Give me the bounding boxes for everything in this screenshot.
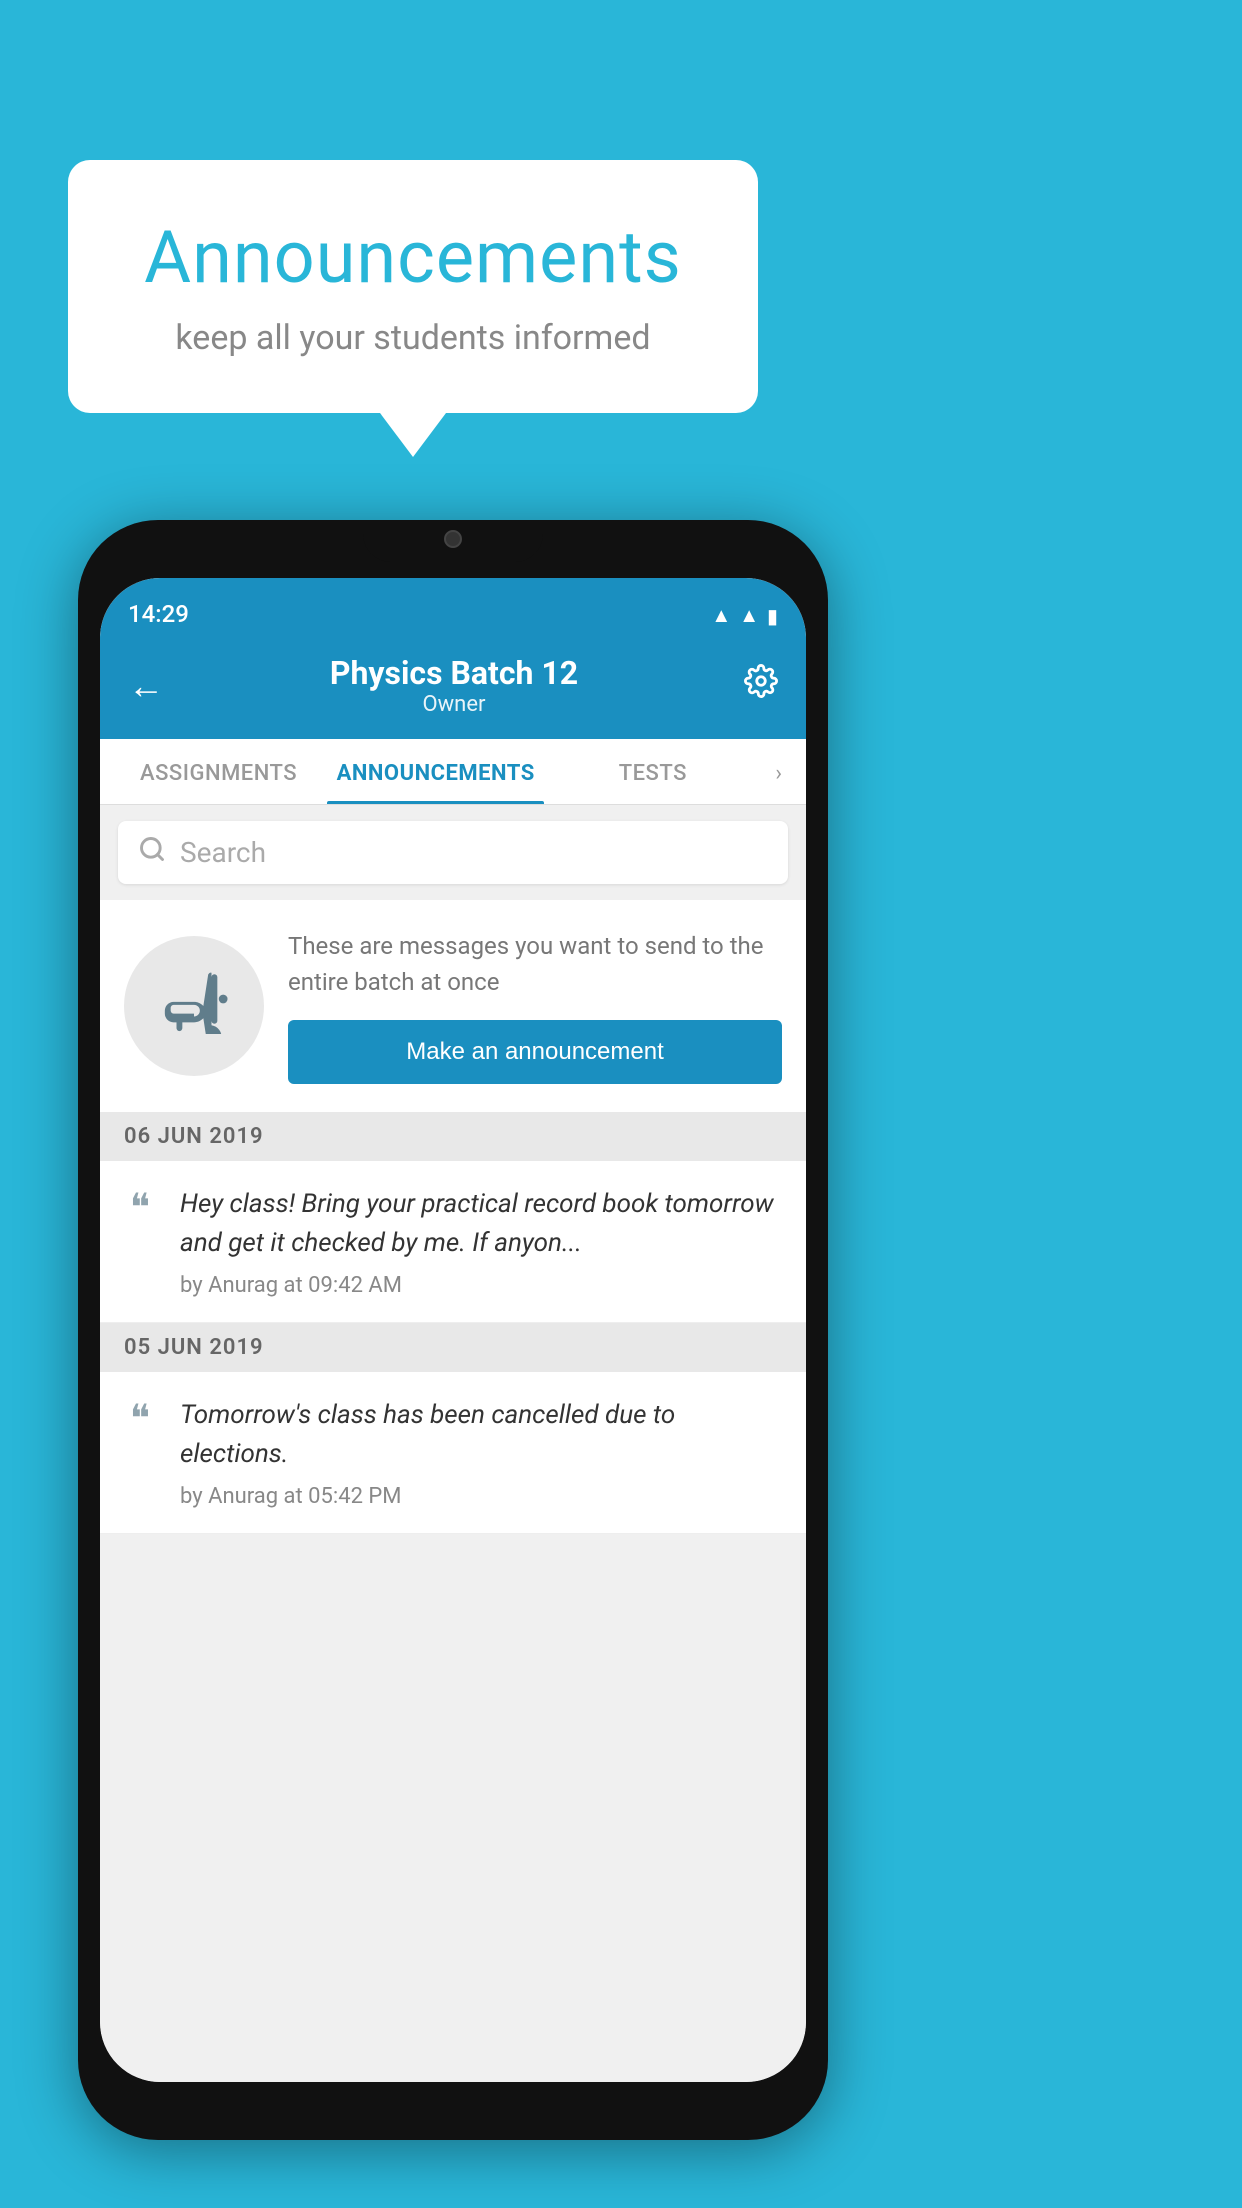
signal-icon: ▲ [739,603,759,628]
announcement-meta-1: by Anurag at 09:42 AM [180,1273,782,1298]
announcement-body-1: Hey class! Bring your practical record b… [180,1185,782,1298]
bubble-subtitle: keep all your students informed [128,318,698,358]
promo-description: These are messages you want to send to t… [288,928,782,1000]
tabs-bar: ASSIGNMENTS ANNOUNCEMENTS TESTS › [100,739,806,805]
app-bar-title: Physics Batch 12 [330,654,578,692]
tab-assignments[interactable]: ASSIGNMENTS [110,739,327,804]
announcement-text-1: Hey class! Bring your practical record b… [180,1185,782,1263]
announcement-item-2[interactable]: ❝ Tomorrow's class has been cancelled du… [100,1372,806,1534]
quote-icon-container-1: ❝ [100,1185,180,1298]
announcement-meta-2: by Anurag at 05:42 PM [180,1484,782,1509]
tab-more-icon[interactable]: › [761,739,796,804]
phone-screen: 14:29 ▲ ▲ ▮ ← Physics Batch 12 Owner [100,578,806,2082]
back-button[interactable]: ← [128,665,164,707]
announcement-body-2: Tomorrow's class has been cancelled due … [180,1396,782,1509]
status-icons: ▲ ▲ ▮ [711,603,778,628]
quote-icon-1: ❝ [130,1189,150,1298]
content-area: Search These are mes [100,805,806,2082]
search-placeholder: Search [180,836,266,869]
tab-announcements[interactable]: ANNOUNCEMENTS [327,739,544,804]
bubble-title: Announcements [128,215,698,300]
promo-content: These are messages you want to send to t… [288,928,782,1084]
quote-icon-2: ❝ [130,1400,150,1509]
tab-tests[interactable]: TESTS [544,739,761,804]
app-bar-subtitle: Owner [330,692,578,717]
speech-bubble-section: Announcements keep all your students inf… [68,160,758,413]
announcement-item-1[interactable]: ❝ Hey class! Bring your practical record… [100,1161,806,1323]
search-bar[interactable]: Search [118,821,788,884]
wifi-icon: ▲ [711,603,731,628]
phone-frame: 14:29 ▲ ▲ ▮ ← Physics Batch 12 Owner [78,520,828,2140]
speech-bubble: Announcements keep all your students inf… [68,160,758,413]
battery-icon: ▮ [767,604,778,628]
app-bar-center: Physics Batch 12 Owner [330,654,578,717]
front-camera [444,530,462,548]
date-separator-1: 06 JUN 2019 [100,1112,806,1161]
promo-icon-circle [124,936,264,1076]
settings-button[interactable] [744,664,778,707]
date-separator-2: 05 JUN 2019 [100,1323,806,1372]
promo-card: These are messages you want to send to t… [100,900,806,1112]
announcement-text-2: Tomorrow's class has been cancelled due … [180,1396,782,1474]
search-icon [138,835,166,870]
make-announcement-button[interactable]: Make an announcement [288,1020,782,1084]
app-bar: ← Physics Batch 12 Owner [100,636,806,739]
status-time: 14:29 [128,600,189,628]
megaphone-icon [159,964,229,1048]
quote-icon-container-2: ❝ [100,1396,180,1509]
phone-notch [363,520,543,562]
status-bar: 14:29 ▲ ▲ ▮ [100,578,806,636]
